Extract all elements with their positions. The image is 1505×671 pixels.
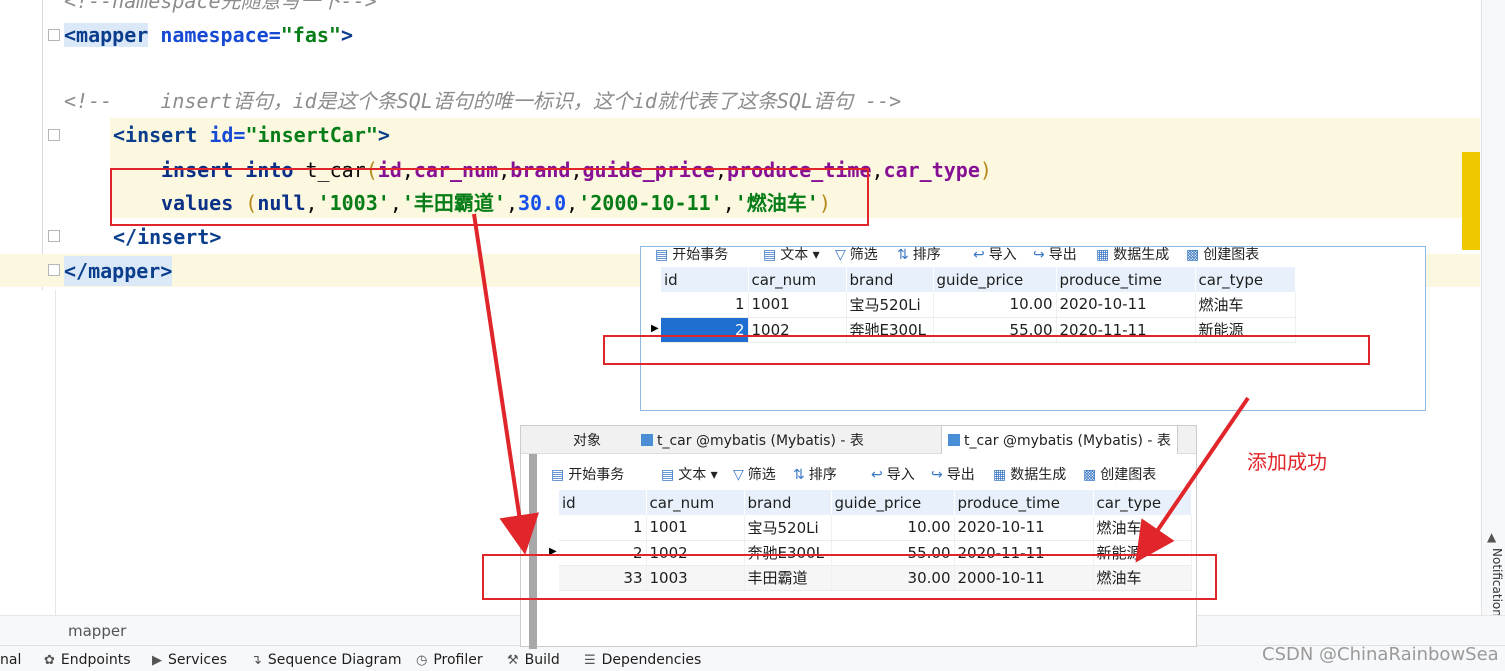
text-icon: ▤ bbox=[661, 467, 675, 483]
text-icon: ▤ bbox=[763, 247, 777, 263]
tab-t-car-2[interactable]: t_car @mybatis (Mybatis) - 表 bbox=[941, 426, 1178, 454]
layers-icon: ☰ bbox=[584, 653, 596, 668]
col-header-brand[interactable]: brand bbox=[744, 490, 832, 515]
col-header-car-type[interactable]: car_type bbox=[1093, 490, 1192, 515]
col-header-id[interactable]: id bbox=[661, 267, 749, 292]
col-header-produce-time[interactable]: produce_time bbox=[1056, 267, 1196, 292]
sort-icon: ⇅ bbox=[793, 467, 805, 483]
fold-icon[interactable] bbox=[48, 230, 60, 242]
db-table-panel-before: ▤ 开始事务 ▤ 文本 ▾ ▽ 筛选 ⇅ 排序 ↩ 导入 ↪ 导出 ▦ 数据生成 ▩ 创建图表 … bbox=[640, 246, 1426, 411]
table-icon bbox=[641, 434, 653, 446]
grid-icon: ▦ bbox=[1096, 247, 1110, 263]
filter-button[interactable]: ▽ 筛选 bbox=[835, 244, 878, 264]
mapper-tag: <mapper bbox=[64, 23, 149, 47]
text-button[interactable]: ▤ 文本 ▾ bbox=[661, 464, 718, 484]
transaction-icon: ▤ bbox=[551, 467, 565, 483]
services-icon: ▶ bbox=[152, 653, 162, 668]
sort-icon: ⇅ bbox=[897, 247, 909, 263]
filter-icon: ▽ bbox=[733, 467, 744, 483]
tab-t-car-1[interactable]: t_car @mybatis (Mybatis) - 表 bbox=[635, 426, 870, 454]
import-button[interactable]: ↩ 导入 bbox=[871, 464, 915, 484]
current-row-marker-icon: ▶ bbox=[651, 323, 659, 334]
filter-icon: ▽ bbox=[835, 247, 846, 263]
watermark: CSDN @ChinaRainbowSea bbox=[1262, 644, 1499, 665]
code-line-comment: <!-- insert语句，id是这个条SQL语句的唯一标识，这个id就代表了这… bbox=[64, 89, 902, 113]
tool-window-build[interactable]: ⚒ Build bbox=[507, 652, 560, 668]
export-button[interactable]: ↪ 导出 bbox=[931, 464, 975, 484]
begin-transaction-button[interactable]: ▤ 开始事务 bbox=[551, 464, 624, 484]
table-row[interactable]: 1 1001 宝马520Li 10.00 2020-10-11 燃油车 bbox=[559, 515, 1192, 541]
data-generate-button[interactable]: ▦ 数据生成 bbox=[993, 464, 1066, 484]
gutter-guide bbox=[42, 0, 43, 290]
sort-button[interactable]: ⇅ 排序 bbox=[793, 464, 837, 484]
tool-window-terminal[interactable]: nal bbox=[0, 652, 21, 668]
sort-button[interactable]: ⇅ 排序 bbox=[897, 244, 941, 264]
tab-objects[interactable]: 对象 bbox=[567, 426, 607, 454]
breadcrumb-item[interactable]: mapper bbox=[68, 622, 126, 640]
annotation-box-sql bbox=[110, 168, 869, 226]
tool-window-sequence-diagram[interactable]: ↴ Sequence Diagram bbox=[251, 652, 402, 668]
endpoints-icon: ✿ bbox=[44, 653, 55, 668]
export-icon: ↪ bbox=[1033, 247, 1045, 263]
code-line-top-comment: <!--namespace先随意写一下--> bbox=[64, 0, 377, 13]
code-line-insert-close: </insert> bbox=[113, 225, 222, 249]
namespace-value: "fas" bbox=[280, 23, 341, 47]
col-header-id[interactable]: id bbox=[559, 490, 647, 515]
fold-icon[interactable] bbox=[48, 129, 60, 141]
create-chart-button[interactable]: ▩ 创建图表 bbox=[1083, 464, 1156, 484]
fold-icon[interactable] bbox=[48, 264, 60, 276]
tool-window-services[interactable]: ▶ Services bbox=[152, 652, 227, 668]
annotation-box-new-row bbox=[482, 554, 1217, 600]
tool-window-profiler[interactable]: ◷ Profiler bbox=[416, 652, 483, 668]
code-line-mapper-close: </mapper> bbox=[64, 256, 173, 286]
data-generate-button[interactable]: ▦ 数据生成 bbox=[1096, 244, 1169, 264]
namespace-attr: namespace= bbox=[160, 23, 281, 47]
profiler-icon: ◷ bbox=[416, 653, 428, 668]
hammer-icon: ⚒ bbox=[507, 653, 519, 668]
panel-toolbar: ▤ 开始事务 ▤ 文本 ▾ ▽ 筛选 ⇅ 排序 ↩ 导入 ↪ 导出 ▦ 数据生成 ▩ 创建图表 bbox=[521, 459, 1196, 489]
right-tool-strip bbox=[1481, 0, 1505, 615]
gutter-guide-lower bbox=[55, 290, 56, 615]
panel-toolbar: ▤ 开始事务 ▤ 文本 ▾ ▽ 筛选 ⇅ 排序 ↩ 导入 ↪ 导出 ▦ 数据生成 ▩ 创建图表 bbox=[641, 239, 1425, 269]
create-chart-button[interactable]: ▩ 创建图表 bbox=[1186, 244, 1259, 264]
transaction-icon: ▤ bbox=[655, 247, 669, 263]
bell-icon[interactable]: ▲ bbox=[1487, 530, 1499, 544]
export-button[interactable]: ↪ 导出 bbox=[1033, 244, 1077, 264]
table-icon bbox=[948, 434, 960, 446]
panel-tabs: 对象 t_car @mybatis (Mybatis) - 表 t_car @m… bbox=[521, 426, 1196, 454]
begin-transaction-button[interactable]: ▤ 开始事务 bbox=[655, 244, 728, 264]
col-header-guide-price[interactable]: guide_price bbox=[933, 267, 1057, 292]
code-line-mapper-open: <mapper namespace="fas"> bbox=[64, 23, 354, 47]
sequence-diagram-icon: ↴ bbox=[251, 653, 262, 668]
col-header-car-num[interactable]: car_num bbox=[646, 490, 745, 515]
tool-window-endpoints[interactable]: ✿ Endpoints bbox=[44, 652, 131, 668]
tool-window-dependencies[interactable]: ☰ Dependencies bbox=[584, 652, 701, 668]
annotation-success-text: 添加成功 bbox=[1247, 450, 1327, 474]
chart-icon: ▩ bbox=[1186, 247, 1200, 263]
fold-icon[interactable] bbox=[48, 29, 60, 41]
import-button[interactable]: ↩ 导入 bbox=[973, 244, 1017, 264]
col-header-produce-time[interactable]: produce_time bbox=[954, 490, 1094, 515]
code-line-insert-open: <insert id="insertCar"> bbox=[113, 123, 390, 147]
grid-icon: ▦ bbox=[993, 467, 1007, 483]
export-icon: ↪ bbox=[931, 467, 943, 483]
table-row[interactable]: 1 1001 宝马520Li 10.00 2020-10-11 燃油车 bbox=[661, 292, 1296, 318]
import-icon: ↩ bbox=[871, 467, 883, 483]
data-grid-before[interactable]: id car_num brand guide_price produce_tim… bbox=[661, 267, 1296, 343]
annotation-box-empty-row bbox=[603, 335, 1370, 365]
db-table-panel-after: 对象 t_car @mybatis (Mybatis) - 表 t_car @m… bbox=[520, 425, 1197, 649]
col-header-car-num[interactable]: car_num bbox=[748, 267, 847, 292]
col-header-car-type[interactable]: car_type bbox=[1195, 267, 1296, 292]
import-icon: ↩ bbox=[973, 247, 985, 263]
scroll-marker[interactable] bbox=[1462, 152, 1480, 250]
chart-icon: ▩ bbox=[1083, 467, 1097, 483]
col-header-guide-price[interactable]: guide_price bbox=[831, 490, 955, 515]
text-button[interactable]: ▤ 文本 ▾ bbox=[763, 244, 820, 264]
filter-button[interactable]: ▽ 筛选 bbox=[733, 464, 776, 484]
col-header-brand[interactable]: brand bbox=[846, 267, 934, 292]
